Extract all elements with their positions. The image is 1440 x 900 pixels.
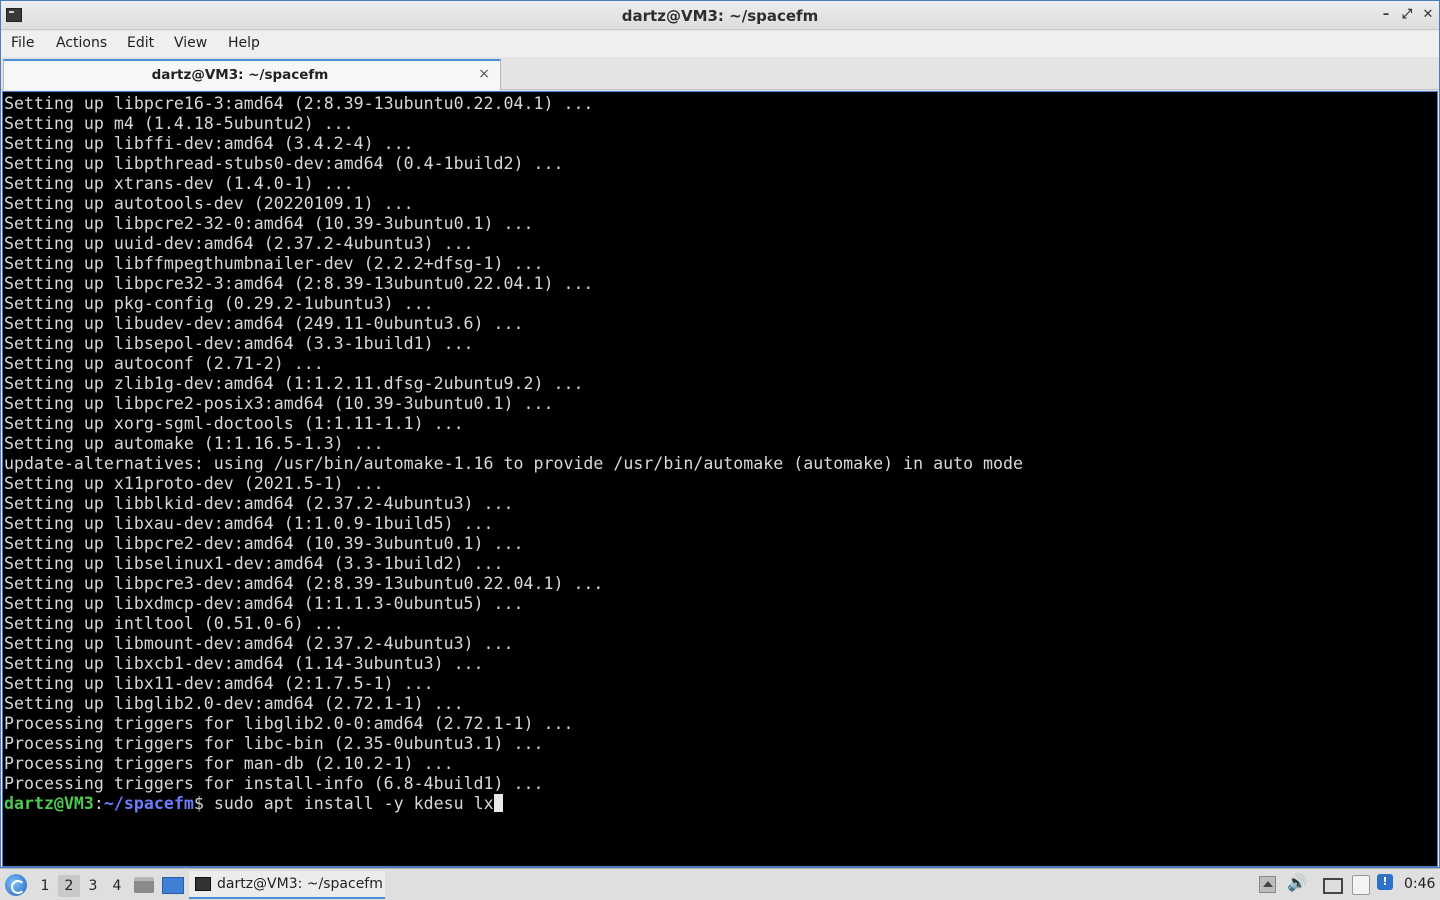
terminal-output[interactable]: Setting up libpcre16-3:amd64 (2:8.39-13u… (2, 91, 1438, 867)
tab-label: dartz@VM3: ~/spacefm (151, 67, 329, 83)
terminal-line: Setting up libxau-dev:amd64 (1:1.0.9-1bu… (4, 514, 494, 533)
task-label: dartz@VM3: ~/spacefm (217, 876, 383, 892)
clipboard-icon[interactable] (1352, 875, 1370, 895)
prompt-user: dartz@VM3 (4, 794, 94, 813)
terminal-line: Setting up xorg-sgml-doctools (1:1.11-1.… (4, 414, 464, 433)
taskbar-task-terminal[interactable]: dartz@VM3: ~/spacefm (189, 871, 385, 899)
terminal-line: Setting up libpcre2-dev:amd64 (10.39-3ub… (4, 534, 524, 553)
terminal-line: Processing triggers for libc-bin (2.35-0… (4, 734, 544, 753)
network-icon[interactable] (1323, 878, 1343, 894)
menu-help[interactable]: Help (228, 35, 260, 51)
tab-terminal[interactable]: dartz@VM3: ~/spacefm × (3, 59, 501, 90)
title-bar[interactable]: dartz@VM3: ~/spacefm – ⤢ ✕ (1, 1, 1439, 30)
terminal-line: update-alternatives: using /usr/bin/auto… (4, 454, 1024, 473)
menu-edit[interactable]: Edit (127, 35, 154, 51)
menu-actions[interactable]: Actions (56, 35, 107, 51)
tray-expand-icon[interactable] (1259, 876, 1276, 893)
terminal-line: Setting up libblkid-dev:amd64 (2.37.2-4u… (4, 494, 514, 513)
terminal-task-icon (195, 877, 211, 891)
terminal-line: Processing triggers for man-db (2.10.2-1… (4, 754, 454, 773)
terminal-line: Setting up libpthread-stubs0-dev:amd64 (… (4, 154, 564, 173)
terminal-line: Setting up libglib2.0-dev:amd64 (2.72.1-… (4, 694, 464, 713)
clock[interactable]: 0:46 (1404, 876, 1435, 892)
terminal-line: Processing triggers for install-info (6.… (4, 774, 544, 793)
terminal-line: Setting up libxdmcp-dev:amd64 (1:1.1.3-0… (4, 594, 524, 613)
workspace-1[interactable]: 1 (34, 875, 56, 897)
terminal-line: Setting up pkg-config (0.29.2-1ubuntu3) … (4, 294, 434, 313)
menu-file[interactable]: File (11, 35, 34, 51)
update-notifier-icon[interactable]: ! (1377, 874, 1393, 890)
close-button[interactable]: ✕ (1420, 7, 1436, 23)
terminal-line: Setting up uuid-dev:amd64 (2.37.2-4ubunt… (4, 234, 474, 253)
terminal-line: Setting up libx11-dev:amd64 (2:1.7.5-1) … (4, 674, 434, 693)
terminal-line: Setting up automake (1:1.16.5-1.3) ... (4, 434, 384, 453)
terminal-line: Setting up libpcre2-32-0:amd64 (10.39-3u… (4, 214, 534, 233)
terminal-line: Setting up libsepol-dev:amd64 (3.3-1buil… (4, 334, 474, 353)
terminal-line: Setting up libxcb1-dev:amd64 (1.14-3ubun… (4, 654, 484, 673)
terminal-line: Setting up libffi-dev:amd64 (3.4.2-4) ..… (4, 134, 414, 153)
terminal-line: Setting up libudev-dev:amd64 (249.11-0ub… (4, 314, 524, 333)
menu-view[interactable]: View (174, 35, 207, 51)
terminal-line: Setting up libpcre32-3:amd64 (2:8.39-13u… (4, 274, 594, 293)
terminal-line: Setting up xtrans-dev (1.4.0-1) ... (4, 174, 354, 193)
prompt-path: ~/spacefm (103, 794, 194, 813)
terminal-line: Setting up autoconf (2.71-2) ... (4, 354, 324, 373)
tab-bar: dartz@VM3: ~/spacefm × (1, 57, 1439, 90)
terminal-line: Setting up x11proto-dev (2021.5-1) ... (4, 474, 384, 493)
terminal-line: Setting up libmount-dev:amd64 (2.37.2-4u… (4, 634, 514, 653)
window-title: dartz@VM3: ~/spacefm (621, 7, 819, 25)
workspace-4[interactable]: 4 (106, 875, 128, 897)
workspace-3[interactable]: 3 (82, 875, 104, 897)
terminal-line: Setting up libpcre16-3:amd64 (2:8.39-13u… (4, 94, 594, 113)
terminal-line: Setting up libpcre3-dev:amd64 (2:8.39-13… (4, 574, 604, 593)
prompt-separator: : (93, 794, 104, 813)
show-desktop-icon[interactable] (162, 877, 184, 894)
minimize-button[interactable]: – (1378, 7, 1394, 23)
menu-bar: File Actions Edit View Help (1, 31, 1439, 57)
terminal-line: Setting up zlib1g-dev:amd64 (1:1.2.11.df… (4, 374, 584, 393)
terminal-line: Setting up libselinux1-dev:amd64 (3.3-1b… (4, 554, 504, 573)
terminal-line: Setting up libpcre2-posix3:amd64 (10.39-… (4, 394, 554, 413)
terminal-text: Setting up libpcre16-3:amd64 (2:8.39-13u… (4, 94, 1023, 814)
terminal-line: Processing triggers for libglib2.0-0:amd… (4, 714, 574, 733)
terminal-lines: Setting up libpcre16-3:amd64 (2:8.39-13u… (4, 94, 1023, 793)
terminal-line: Setting up m4 (1.4.18-5ubuntu2) ... (4, 114, 354, 133)
maximize-button[interactable]: ⤢ (1399, 7, 1415, 23)
terminal-window: dartz@VM3: ~/spacefm – ⤢ ✕ File Actions … (0, 0, 1440, 868)
tab-close-icon[interactable]: × (478, 66, 490, 82)
volume-icon[interactable]: 🔊 (1287, 873, 1307, 892)
terminal-line: Setting up libffmpegthumbnailer-dev (2.2… (4, 254, 544, 273)
workspace-2[interactable]: 2 (58, 875, 80, 897)
start-menu-icon[interactable] (5, 874, 27, 896)
terminal-line: Setting up autotools-dev (20220109.1) ..… (4, 194, 414, 213)
prompt-symbol: $ (193, 794, 214, 813)
text-cursor (493, 794, 503, 812)
terminal-line: Setting up intltool (0.51.0-6) ... (4, 614, 344, 633)
typed-command: sudo apt install -y kdesu lx (213, 794, 494, 813)
taskbar: 1 2 3 4 dartz@VM3: ~/spacefm 🔊 ! 0:46 (0, 868, 1440, 900)
file-manager-launcher-icon[interactable] (134, 877, 154, 893)
